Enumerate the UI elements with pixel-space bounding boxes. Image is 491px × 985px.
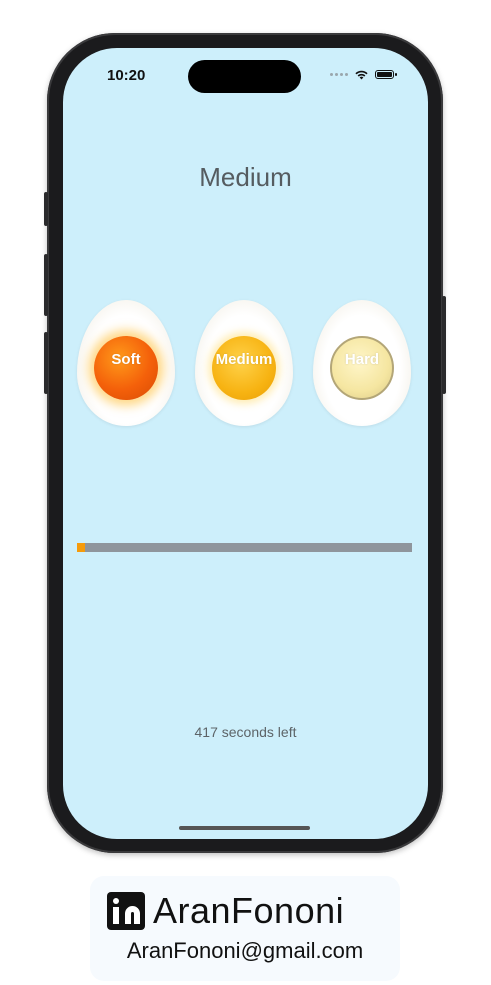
- hard-egg-label: Hard: [344, 351, 380, 368]
- soft-egg-label: Soft: [111, 351, 141, 368]
- progress-bar: [77, 543, 412, 552]
- author-signature: AranFononi AranFononi@gmail.com: [90, 876, 400, 981]
- wifi-icon: [355, 70, 368, 80]
- hard-yolk: [330, 336, 394, 401]
- signature-row: AranFononi: [107, 890, 344, 932]
- power-button: [442, 296, 446, 394]
- status-time: 10:20: [107, 67, 146, 84]
- action-button: [44, 192, 48, 226]
- soft-yolk: [94, 336, 158, 401]
- volume-up-button: [44, 254, 48, 316]
- home-indicator[interactable]: [179, 826, 310, 830]
- signal-dots-icon: [330, 73, 348, 76]
- author-email: AranFononi@gmail.com: [126, 938, 364, 963]
- medium-egg-button[interactable]: Medium: [195, 300, 293, 426]
- app-screen: 10:20 Medium Soft Medium Hard 417 second…: [63, 48, 428, 839]
- medium-yolk: [212, 336, 276, 401]
- page-title: Medium: [199, 162, 292, 192]
- volume-down-button: [44, 332, 48, 394]
- battery-icon: [375, 70, 397, 79]
- medium-egg-label: Medium: [215, 351, 273, 368]
- seconds-left-text: 417 seconds left: [194, 724, 297, 740]
- soft-egg-button[interactable]: Soft: [77, 300, 175, 426]
- hard-egg-button[interactable]: Hard: [313, 300, 411, 426]
- linkedin-icon: [107, 892, 145, 930]
- progress-fill: [77, 543, 86, 552]
- author-name: AranFononi: [153, 890, 345, 931]
- status-icons: [330, 69, 397, 80]
- dynamic-island: [188, 60, 301, 93]
